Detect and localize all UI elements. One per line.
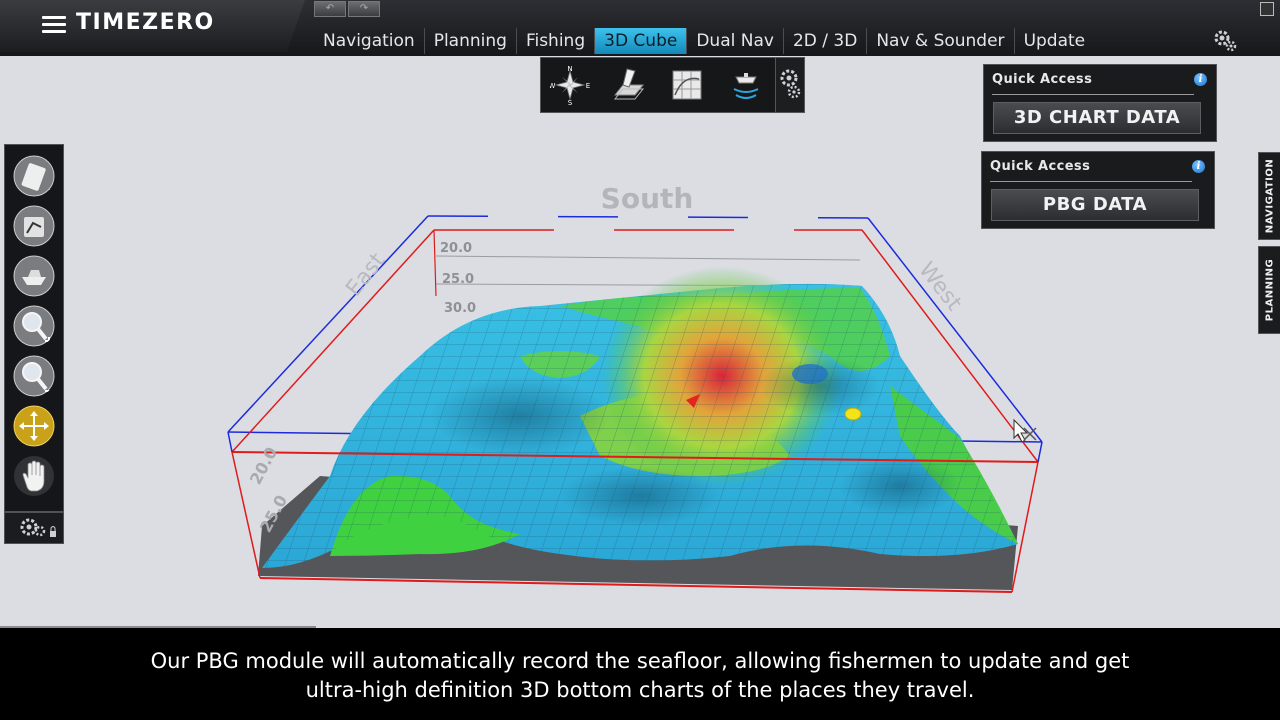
boat-icon[interactable] [13, 255, 55, 297]
chart-grid-icon[interactable] [667, 65, 707, 105]
side-tab-navigation[interactable]: NAVIGATION [1258, 152, 1280, 240]
quick-access-title: Quick Access [992, 72, 1093, 87]
3d-chart-data-button[interactable]: 3D CHART DATA [993, 102, 1201, 134]
view-toolbar-settings-icon[interactable] [775, 57, 805, 113]
chart-layers-icon[interactable] [609, 65, 649, 105]
zoom-out-icon[interactable] [13, 355, 55, 397]
depth-label-back-1: 20.0 [440, 241, 472, 256]
cursor-icon [1013, 418, 1037, 443]
view-toolbar: N S E W [540, 57, 776, 113]
compass-e-label: E [586, 82, 590, 90]
info-icon[interactable]: i [1194, 73, 1207, 86]
hand-icon[interactable] [13, 455, 55, 497]
depth-label-back-2: 25.0 [442, 272, 474, 287]
workspace-settings-icon[interactable] [1212, 28, 1238, 54]
tab-planning[interactable]: Planning [425, 28, 517, 54]
waypoint-marker[interactable] [844, 407, 862, 421]
face-label-east: East [341, 248, 390, 301]
side-tab-planning[interactable]: PLANNING [1258, 246, 1280, 334]
tab-2d-3d[interactable]: 2D / 3D [784, 28, 868, 54]
window-control-icon[interactable] [1260, 2, 1274, 16]
left-toolbar [4, 144, 64, 512]
brand-logo: TIMEZERO [76, 10, 215, 35]
compass-w-label: W [550, 82, 556, 90]
caption-line-1: Our PBG module will automatically record… [150, 649, 1130, 673]
undo-redo-group: ↶ ↷ [314, 1, 380, 17]
info-icon[interactable]: i [1192, 160, 1205, 173]
sounder-icon[interactable] [726, 65, 766, 105]
pan-tool-icon[interactable] [13, 405, 55, 447]
seafloor-terrain[interactable] [258, 266, 1018, 590]
quick-access-panel-1: Quick Access i 3D CHART DATA [983, 64, 1217, 142]
tab-fishing[interactable]: Fishing [517, 28, 596, 54]
face-label-south: South [601, 182, 694, 215]
route-tool-icon[interactable] [13, 205, 55, 247]
undo-button[interactable]: ↶ [314, 1, 346, 17]
tab-update[interactable]: Update [1015, 28, 1095, 54]
edit-route-icon[interactable] [13, 155, 55, 197]
menu-icon[interactable] [42, 15, 66, 35]
depth-label-front-1: 20.0 [246, 444, 281, 488]
redo-button[interactable]: ↷ [348, 1, 380, 17]
workspace-tabs: Navigation Planning Fishing 3D Cube Dual… [314, 28, 1094, 54]
video-caption: Our PBG module will automatically record… [0, 628, 1280, 720]
compass-n-label: N [568, 65, 573, 73]
quick-access-panel-2: Quick Access i PBG DATA [981, 151, 1215, 229]
quick-access-title: Quick Access [990, 159, 1091, 174]
compass-rose-icon[interactable]: N S E W [550, 65, 590, 105]
zoom-in-icon[interactable] [13, 305, 55, 347]
tab-dual-nav[interactable]: Dual Nav [687, 28, 784, 54]
left-toolbar-settings-icon[interactable] [4, 512, 64, 544]
top-bar: TIMEZERO ↶ ↷ Navigation Planning Fishing… [0, 0, 1280, 56]
pbg-data-button[interactable]: PBG DATA [991, 189, 1199, 221]
depth-label-back-3: 30.0 [444, 301, 476, 316]
divider [992, 94, 1194, 95]
compass-s-label: S [568, 99, 573, 105]
tab-nav-sounder[interactable]: Nav & Sounder [867, 28, 1015, 54]
tab-3d-cube[interactable]: 3D Cube [595, 28, 688, 54]
side-tab-navigation-label: NAVIGATION [1264, 158, 1276, 234]
divider [990, 181, 1192, 182]
tab-navigation[interactable]: Navigation [314, 28, 425, 54]
side-tab-planning-label: PLANNING [1264, 258, 1276, 322]
caption-line-2: ultra-high definition 3D bottom charts o… [305, 678, 975, 702]
